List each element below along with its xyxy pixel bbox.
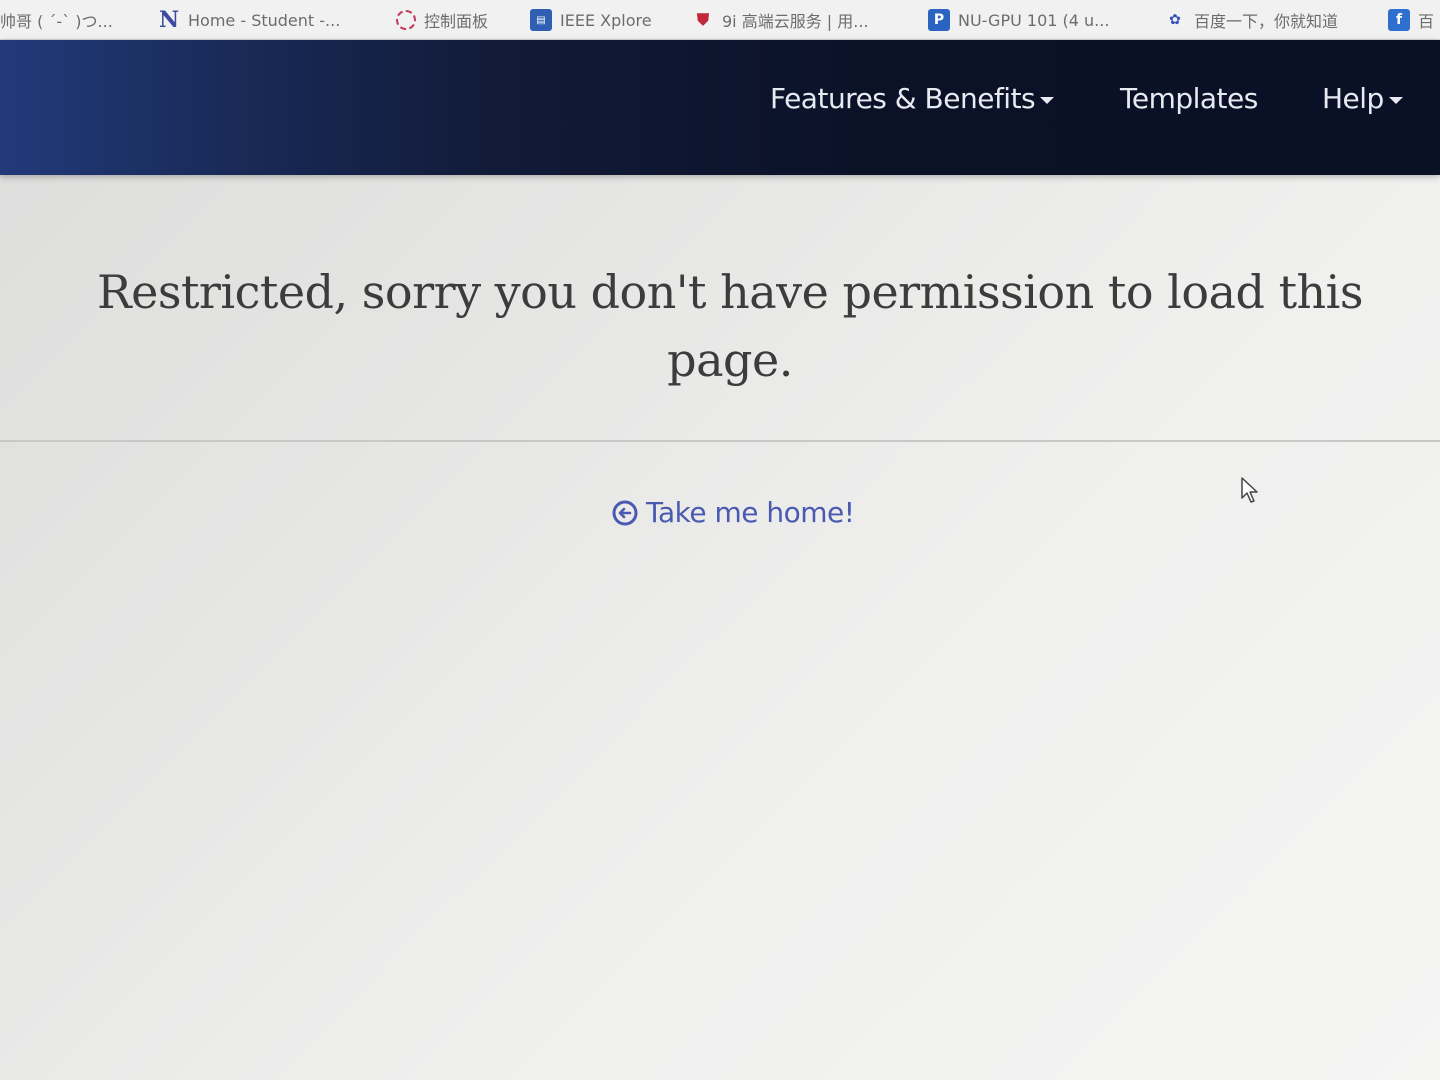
p-letter-icon: P	[928, 9, 950, 31]
circle-arrow-left-icon	[612, 500, 638, 526]
mouse-cursor-icon	[1240, 476, 1260, 504]
nav-templates[interactable]: Templates	[1120, 82, 1258, 115]
take-me-home-link[interactable]: Take me home!	[612, 496, 855, 529]
nav-features-benefits[interactable]: Features & Benefits	[770, 82, 1055, 115]
nav-help-label: Help	[1322, 82, 1384, 115]
page-title: Restricted, sorry you don't have permiss…	[96, 265, 1364, 387]
bookmark-item[interactable]: ▤ IEEE Xplore	[530, 0, 652, 39]
caret-down-icon	[1388, 96, 1403, 104]
bookmark-item[interactable]: P NU-GPU 101 (4 u...	[928, 0, 1110, 39]
shield-icon: ⛊	[696, 10, 709, 29]
nav-features-label: Features & Benefits	[770, 82, 1036, 115]
bookmark-item[interactable]: 帅哥 ( ´-` )つ...	[0, 0, 113, 39]
bookmark-label: 百	[1418, 12, 1435, 31]
bookmark-label: 百度一下，你就知道	[1194, 12, 1339, 31]
divider	[0, 440, 1440, 442]
caret-down-icon	[1040, 96, 1055, 104]
control-panel-icon	[396, 10, 416, 30]
bookmark-label: 9i 高端云服务 | 用...	[722, 12, 869, 31]
nav-templates-label: Templates	[1120, 82, 1258, 115]
bookmark-label: NU-GPU 101 (4 u...	[958, 10, 1110, 30]
nav-help[interactable]: Help	[1322, 82, 1403, 115]
bookmark-item[interactable]: 控制面板	[396, 0, 489, 39]
bookmark-label: 控制面板	[424, 12, 489, 31]
bookmark-label: 帅哥 ( ´-` )つ...	[0, 12, 113, 31]
f-letter-icon: f	[1388, 9, 1410, 31]
baidu-paw-icon: ✿	[1169, 12, 1181, 28]
top-navbar: Features & Benefits Templates Help	[0, 40, 1440, 175]
bookmark-label: Home - Student -...	[188, 10, 341, 30]
bookmark-item[interactable]: ✿ 百度一下，你就知道	[1164, 0, 1339, 39]
bookmarks-bar: 帅哥 ( ´-` )つ... N Home - Student -... 控制面…	[0, 0, 1440, 40]
bookmark-label: IEEE Xplore	[560, 10, 652, 30]
bookmark-item[interactable]: ⛊ 9i 高端云服务 | 用...	[692, 0, 869, 39]
ieee-icon: ▤	[530, 9, 552, 31]
n-letter-icon: N	[158, 7, 180, 33]
bookmark-item[interactable]: N Home - Student -...	[158, 0, 341, 39]
home-link-label: Take me home!	[646, 496, 855, 529]
bookmark-item[interactable]: f 百	[1388, 0, 1435, 39]
